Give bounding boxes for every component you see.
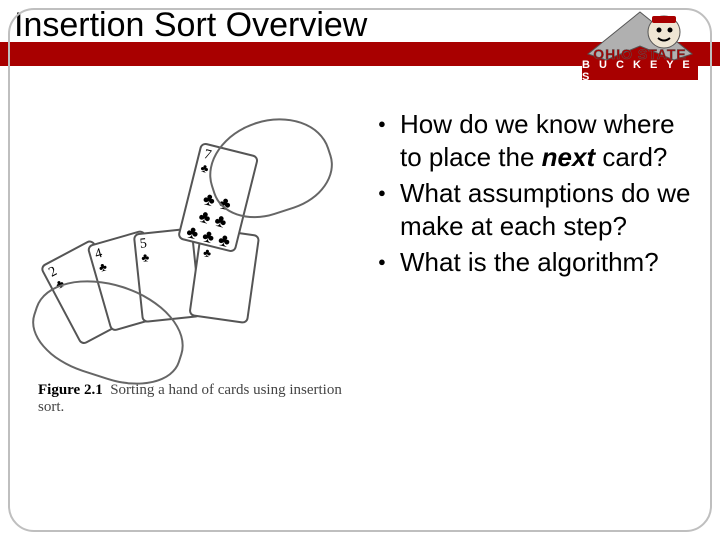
slide-border: [8, 8, 712, 532]
slide: Insertion Sort Overview B U C K E Y E S …: [0, 0, 720, 540]
